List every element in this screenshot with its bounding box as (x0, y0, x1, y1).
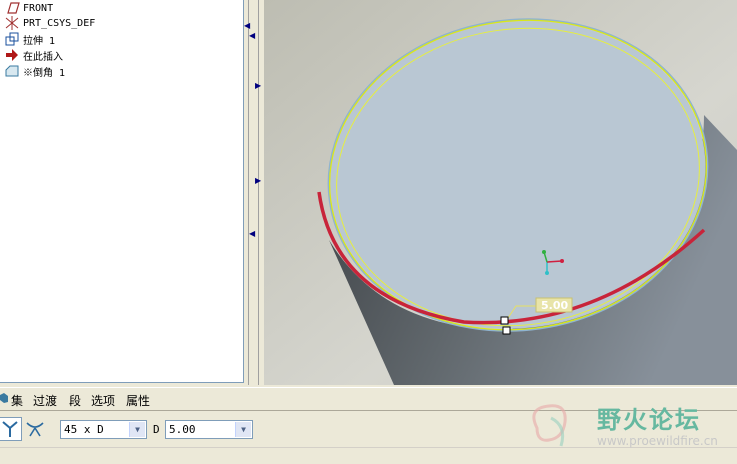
tree-item-label: ※倒角 1 (23, 67, 66, 79)
drag-handle[interactable] (500, 316, 509, 325)
tree-item-csys[interactable]: PRT_CSYS_DEF (4, 15, 95, 31)
panel-splitter[interactable]: ◀ ▶ ▶ ◀ ◀ (244, 0, 264, 385)
watermark: 野火论坛 www.proewildfire.cn (527, 396, 737, 456)
chamfer-icon (4, 64, 20, 78)
insert-here-arrow-icon (4, 48, 20, 62)
drag-handle[interactable] (502, 326, 511, 335)
csys-point (542, 250, 546, 254)
tree-item-front[interactable]: FRONT (4, 0, 53, 16)
collapse-left-arrow-icon[interactable]: ◀ (249, 32, 257, 40)
extrude-icon (4, 32, 20, 46)
d-value-text[interactable]: 5.00 (169, 423, 196, 436)
watermark-title: 野火论坛 (597, 406, 701, 434)
dimension-value[interactable]: 5.00 (541, 299, 568, 312)
datum-plane-icon (4, 1, 20, 15)
csys-axis-x (546, 260, 563, 263)
transition-mode-button[interactable] (24, 417, 48, 441)
dropdown-value: 45 x D (64, 423, 104, 436)
transition-mode-icon (26, 422, 44, 437)
chevron-down-icon[interactable]: ▼ (129, 422, 145, 437)
watermark-url: www.proewildfire.cn (597, 434, 718, 448)
tree-item-extrude[interactable]: 拉伸 1 (4, 31, 55, 47)
tree-item-label: FRONT (23, 2, 54, 14)
chevron-down-icon[interactable]: ▼ (235, 422, 251, 437)
d-label: D (153, 423, 160, 436)
dimension-scheme-dropdown[interactable]: 45 x D ▼ (60, 420, 147, 439)
csys-point (560, 259, 564, 263)
set-mode-icon (2, 421, 18, 437)
tree-item-label: PRT_CSYS_DEF (23, 17, 96, 29)
csys-point (545, 271, 549, 275)
tab-transitions[interactable]: 过渡 (33, 392, 57, 409)
tab-sets[interactable]: 集 (11, 392, 23, 409)
set-mode-button[interactable] (0, 417, 22, 441)
collapse-left-arrow-icon[interactable]: ◀ (249, 230, 257, 238)
tree-item-label: 拉伸 1 (23, 35, 56, 47)
collapse-left-arrow-icon[interactable]: ◀ (244, 22, 252, 30)
tab-properties[interactable]: 属性 (126, 392, 150, 409)
tab-options[interactable]: 选项 (91, 392, 115, 409)
tree-item-chamfer[interactable]: ※倒角 1 (4, 63, 65, 79)
tab-pieces[interactable]: 段 (69, 392, 81, 409)
model-tree: FRONT PRT_CSYS_DEF 拉伸 1 在此插入 ※倒角 1 (0, 0, 244, 383)
tab-icon (0, 392, 9, 407)
watermark-logo-icon (532, 404, 567, 447)
tree-item-label: 在此插入 (23, 51, 63, 63)
expand-right-arrow-icon[interactable]: ▶ (255, 177, 263, 185)
graphics-viewport[interactable]: 5.00 (264, 0, 737, 385)
expand-right-arrow-icon[interactable]: ▶ (255, 82, 263, 90)
tree-item-insert-here[interactable]: 在此插入 (4, 47, 63, 63)
coordinate-system-icon (4, 16, 20, 30)
d-value-field[interactable]: 5.00 ▼ (165, 420, 253, 439)
